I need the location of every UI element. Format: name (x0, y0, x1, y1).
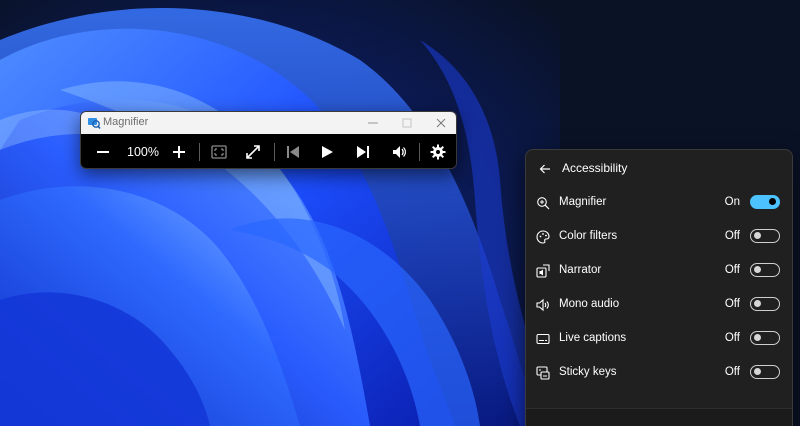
toolbar-separator (419, 143, 420, 161)
toggle-knob (754, 266, 761, 273)
item-label: Color filters (559, 230, 618, 242)
gear-icon (430, 144, 446, 160)
maximize-icon (402, 118, 412, 128)
mono-audio-icon (536, 298, 549, 312)
item-label: Narrator (559, 264, 602, 276)
toggle-knob (754, 300, 761, 307)
list-item-sticky-keys[interactable]: Sticky keys Off (526, 356, 792, 390)
play-button[interactable] (313, 134, 341, 168)
close-icon (436, 118, 446, 128)
read-from-here-icon (393, 146, 406, 158)
item-label: Sticky keys (559, 366, 617, 378)
toggle-knob (754, 368, 761, 375)
toolbar-separator (274, 143, 275, 161)
item-label: Magnifier (559, 196, 607, 208)
item-state: Off (724, 366, 740, 378)
live-captions-toggle[interactable] (750, 331, 780, 345)
toggle-knob (754, 232, 761, 239)
close-button[interactable] (424, 112, 456, 134)
next-button[interactable] (349, 134, 377, 168)
toolbar-separator (199, 143, 200, 161)
sticky-keys-icon (536, 366, 550, 380)
minimize-button[interactable] (356, 112, 390, 134)
color-filters-icon (536, 230, 550, 244)
list-item-magnifier[interactable]: Magnifier On (526, 186, 792, 220)
mono-audio-toggle[interactable] (750, 297, 780, 311)
magnifier-icon (537, 197, 550, 210)
item-state: Off (724, 230, 740, 242)
magnifier-titlebar[interactable]: Magnifier (81, 112, 456, 134)
color-filters-toggle[interactable] (750, 229, 780, 243)
magnifier-app-icon (88, 118, 101, 129)
previous-button[interactable] (279, 134, 307, 168)
magnifier-toolbar: 100% (81, 134, 456, 168)
toggle-knob (769, 198, 776, 205)
sticky-keys-toggle[interactable] (750, 365, 780, 379)
item-state: Off (724, 298, 740, 310)
maximize-button[interactable] (390, 112, 424, 134)
window-title: Magnifier (103, 116, 149, 128)
flyout-title: Accessibility (562, 161, 628, 175)
skip-next-icon (357, 146, 369, 158)
item-label: Mono audio (559, 298, 620, 310)
play-icon (322, 146, 333, 158)
minus-icon (97, 151, 109, 153)
settings-button[interactable] (424, 134, 452, 168)
view-mode-icon (211, 145, 227, 159)
flyout-header: Accessibility (526, 150, 792, 186)
live-captions-icon (536, 333, 550, 345)
flyout-footer (526, 408, 792, 426)
zoom-level: 100% (127, 145, 159, 159)
view-mode-button[interactable] (205, 134, 233, 168)
list-item-color-filters[interactable]: Color filters Off (526, 220, 792, 254)
list-item-live-captions[interactable]: Live captions Off (526, 322, 792, 356)
back-button[interactable] (534, 158, 556, 180)
narrator-toggle[interactable] (750, 263, 780, 277)
minimize-icon (368, 122, 378, 124)
fullscreen-button[interactable] (239, 134, 267, 168)
skip-previous-icon (287, 146, 299, 158)
magnifier-window: Magnifier 100% (80, 111, 457, 169)
desktop: Magnifier 100% Accessibility Magnifier O… (0, 0, 800, 426)
magnifier-toggle[interactable] (750, 195, 780, 209)
narrator-icon (536, 264, 550, 278)
item-label: Live captions (559, 332, 627, 344)
zoom-out-button[interactable] (89, 134, 117, 168)
accessibility-flyout: Accessibility Magnifier On Color filters (525, 149, 793, 426)
list-item-narrator[interactable]: Narrator Off (526, 254, 792, 288)
zoom-in-button[interactable] (165, 134, 193, 168)
read-from-here-button[interactable] (385, 134, 413, 168)
item-state: Off (724, 332, 740, 344)
toggle-knob (754, 334, 761, 341)
plus-icon (173, 146, 185, 158)
expand-icon (246, 145, 260, 159)
arrow-left-icon (539, 164, 550, 174)
item-state: On (724, 196, 740, 208)
item-state: Off (724, 264, 740, 276)
list-item-mono-audio[interactable]: Mono audio Off (526, 288, 792, 322)
